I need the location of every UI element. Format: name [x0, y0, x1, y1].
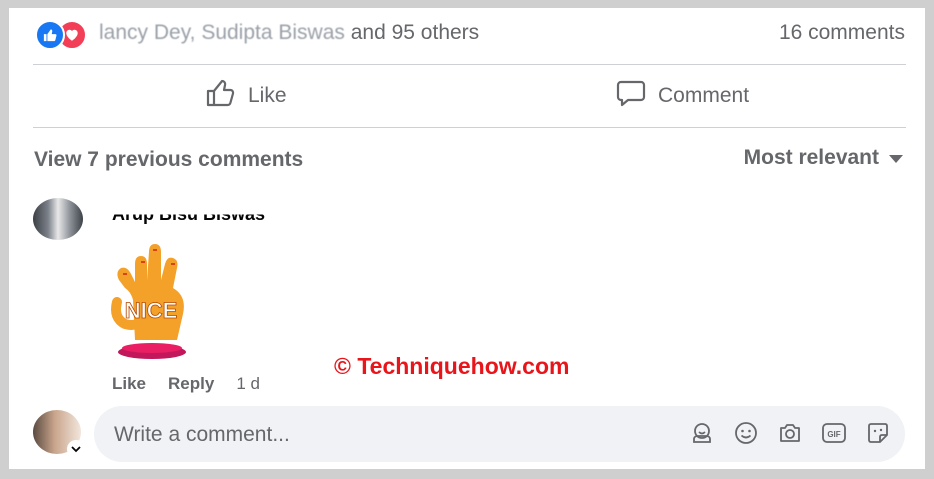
chevron-down-icon[interactable]: [67, 440, 85, 458]
comment-label: Comment: [658, 84, 750, 107]
sort-label: Most relevant: [743, 146, 879, 169]
post-card: lancy Dey, Sudipta Biswas and 95 others …: [9, 8, 925, 469]
emoji-icon[interactable]: [733, 420, 759, 446]
like-icon: [35, 20, 65, 50]
avatar-sticker-icon[interactable]: [689, 420, 715, 446]
sticker-text: NICE: [125, 298, 178, 323]
like-button[interactable]: Like: [206, 65, 287, 127]
svg-text:GIF: GIF: [827, 430, 840, 439]
comment-reply-link[interactable]: Reply: [168, 374, 214, 394]
reaction-icons[interactable]: [35, 20, 93, 50]
comments-count[interactable]: 16 comments: [779, 21, 905, 45]
camera-icon[interactable]: [777, 420, 803, 446]
comment-button[interactable]: Comment: [616, 65, 749, 127]
divider: [33, 127, 906, 128]
comment-input[interactable]: [112, 406, 676, 464]
comment-author[interactable]: Arup Bisu Biswas: [112, 215, 265, 226]
reaction-names-partial: lancy Dey, Sudipta Biswas: [99, 21, 345, 44]
gif-icon[interactable]: GIF: [821, 420, 847, 446]
post-actions: Like Comment: [33, 65, 906, 127]
composer-avatar[interactable]: [33, 410, 85, 458]
comment-timestamp[interactable]: 1 d: [236, 374, 260, 394]
reactions-row: lancy Dey, Sudipta Biswas and 95 others …: [9, 8, 925, 60]
thumbs-up-icon: [206, 79, 236, 113]
sort-dropdown[interactable]: Most relevant: [744, 146, 903, 170]
comment-composer: GIF: [94, 406, 905, 464]
reaction-names[interactable]: lancy Dey, Sudipta Biswas and 95 others: [99, 21, 479, 45]
caret-down-icon: [889, 146, 903, 170]
reaction-others: and 95 others: [350, 21, 480, 44]
avatar[interactable]: [33, 198, 83, 240]
watermark: © Techniquehow.com: [334, 353, 570, 379]
sticker-icon[interactable]: [865, 420, 891, 446]
comment-like-link[interactable]: Like: [112, 374, 146, 394]
view-previous-comments[interactable]: View 7 previous comments: [34, 148, 303, 172]
like-label: Like: [248, 84, 287, 107]
nice-sticker: NICE: [105, 240, 197, 364]
composer-tools: GIF: [689, 420, 891, 446]
comment-bubble-icon: [616, 79, 646, 113]
comment-actions: Like Reply 1 d: [112, 374, 260, 394]
